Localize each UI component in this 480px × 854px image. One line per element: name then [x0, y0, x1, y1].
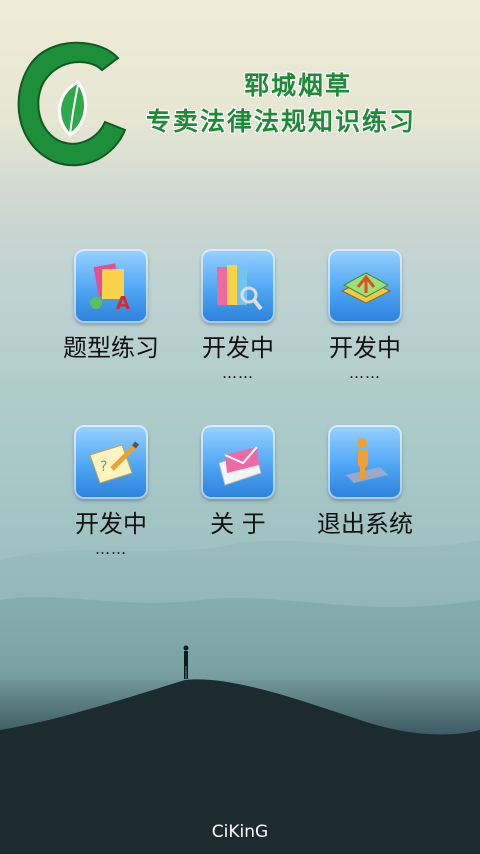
menu-sublabel: ……: [95, 540, 127, 558]
menu-label: 开发中: [75, 510, 147, 538]
person-chair-icon: [328, 425, 402, 499]
app-title-line-2: 专卖法律法规知识练习: [146, 107, 417, 136]
menu-label: 开发中: [329, 334, 401, 362]
menu-item-developing-3[interactable]: ? 开发中 ……: [48, 425, 174, 557]
notebook-pencil-icon: ?: [74, 425, 148, 499]
book-arrows-icon: [328, 249, 402, 323]
standing-person-figure: [183, 645, 189, 679]
book-stack-icon: A: [74, 249, 148, 323]
menu-label: 关 于: [210, 510, 266, 538]
menu-item-about[interactable]: 关 于: [175, 425, 301, 541]
menu-label: 退出系统: [317, 510, 413, 538]
menu-item-question-practice[interactable]: A 题型练习: [48, 249, 174, 365]
svg-text:A: A: [116, 293, 130, 314]
menu-label: 开发中: [202, 334, 274, 362]
menu-sublabel: ……: [349, 364, 381, 382]
svg-text:?: ?: [100, 459, 107, 475]
footer-author: CiKinG: [211, 822, 269, 842]
envelope-icon: [201, 425, 275, 499]
menu-label: 题型练习: [63, 334, 159, 362]
menu-item-exit[interactable]: 退出系统: [302, 425, 428, 541]
menu-sublabel: ……: [222, 364, 254, 382]
tobacco-logo: [17, 41, 127, 167]
app-title-line-1: 郓城烟草: [244, 71, 353, 100]
menu-item-developing-2[interactable]: 开发中 ……: [302, 249, 428, 381]
books-search-icon: [201, 249, 275, 323]
menu-item-developing-1[interactable]: 开发中 ……: [175, 249, 301, 381]
